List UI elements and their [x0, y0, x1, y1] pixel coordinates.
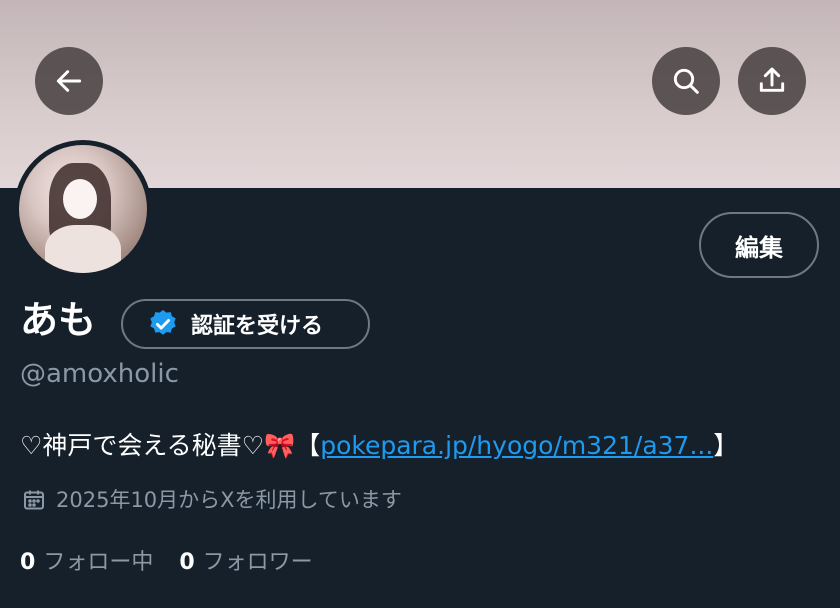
- followers-count: 0: [179, 550, 195, 575]
- avatar-image: [19, 145, 147, 273]
- verified-badge-icon: [150, 310, 176, 335]
- join-date: 2025年10月からXを利用しています: [22, 484, 402, 516]
- following-link[interactable]: 0 フォロー中: [20, 546, 153, 580]
- following-label: フォロー中: [43, 550, 154, 575]
- display-name: あも: [20, 298, 97, 342]
- search-button[interactable]: [652, 47, 720, 115]
- arrow-left-icon: [56, 70, 82, 92]
- following-count: 0: [20, 550, 36, 575]
- edit-profile-button[interactable]: 編集: [699, 212, 819, 278]
- bio-end: 】: [713, 431, 739, 460]
- avatar[interactable]: [14, 140, 152, 278]
- user-handle: @amoxholic: [20, 359, 179, 389]
- search-icon: [673, 68, 699, 94]
- get-verified-label: 認証を受ける: [191, 314, 324, 339]
- profile-bio: ♡神戸で会える秘書♡🎀【pokepara.jp/hyogo/m321/a37..…: [20, 427, 830, 465]
- get-verified-button[interactable]: 認証を受ける: [121, 299, 370, 349]
- follow-stats: 0 フォロー中 0 フォロワー: [20, 546, 339, 580]
- followers-label: フォロワー: [202, 550, 313, 575]
- bio-text: ♡神戸で会える秘書♡🎀【: [20, 431, 321, 460]
- share-icon: [759, 67, 785, 92]
- share-button[interactable]: [738, 47, 806, 115]
- join-date-text: 2025年10月からXを利用しています: [56, 488, 402, 512]
- calendar-icon: [24, 490, 44, 510]
- followers-link[interactable]: 0 フォロワー: [179, 546, 312, 580]
- back-button[interactable]: [35, 47, 103, 115]
- bio-link[interactable]: pokepara.jp/hyogo/m321/a37...: [320, 431, 713, 460]
